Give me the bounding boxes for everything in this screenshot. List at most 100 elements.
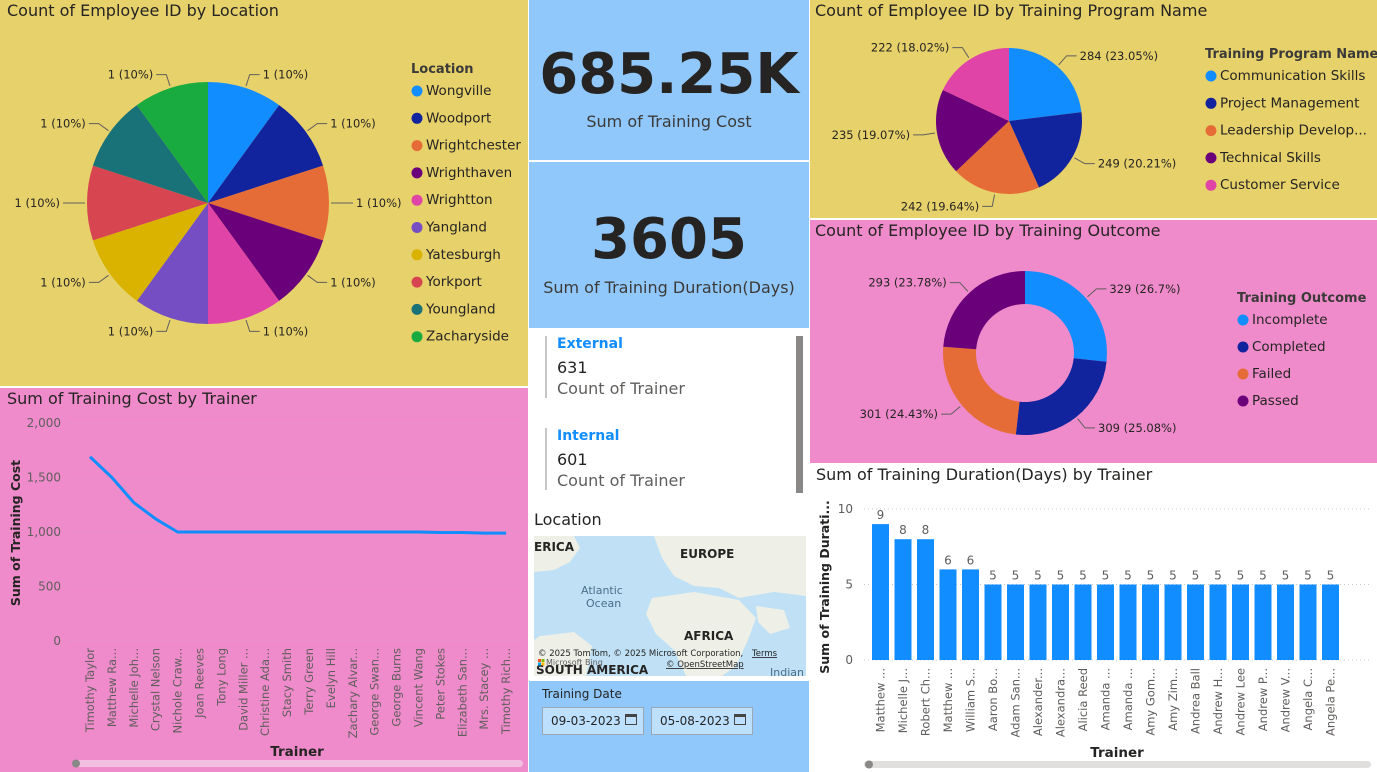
outcome-slice[interactable] [1025, 271, 1107, 362]
x-tick-label: Andrew Lee [1234, 668, 1248, 735]
x-tick-label: Christine Ada... [258, 648, 272, 736]
duration-bar[interactable] [1164, 584, 1182, 661]
duration-bar[interactable] [1142, 584, 1159, 661]
card-external[interactable]: External 631 Count of Trainer [545, 336, 685, 398]
cards-scrollbar[interactable] [796, 336, 803, 493]
program-legend-item[interactable]: Customer Service [1220, 177, 1340, 193]
duration-bar[interactable] [939, 569, 957, 660]
duration-bar[interactable] [917, 539, 934, 660]
x-tick-label: William S... [964, 668, 978, 732]
location-pie-panel[interactable]: Count of Employee ID by Location 1 (10%)… [0, 0, 528, 386]
duration-bar[interactable] [1322, 584, 1339, 661]
location-legend-marker [411, 249, 423, 261]
duration-bar[interactable] [1119, 584, 1137, 661]
bar-data-label: 5 [1079, 569, 1087, 583]
kpi-duration-value: 3605 [591, 207, 747, 272]
location-map-panel[interactable]: Location ERICA EUROPE Atlantic Ocean AFR… [529, 504, 809, 678]
duration-bar[interactable] [1187, 584, 1204, 661]
outcome-legend-item[interactable]: Completed [1252, 339, 1326, 355]
program-data-label: 235 (19.07%) [832, 128, 910, 142]
location-legend-item[interactable]: Yorkport [425, 274, 482, 290]
card-internal[interactable]: Internal 601 Count of Trainer [545, 428, 685, 490]
outcome-legend-item[interactable]: Failed [1252, 366, 1291, 382]
program-legend-item[interactable]: Leadership Develop... [1220, 123, 1367, 139]
calendar-icon[interactable] [625, 714, 637, 725]
calendar-icon[interactable] [734, 714, 746, 725]
outcome-slice[interactable] [943, 346, 1020, 435]
trainer-type-cards[interactable]: External 631 Count of Trainer Internal 6… [529, 330, 809, 502]
duration-bar[interactable] [1029, 584, 1047, 661]
end-date-input[interactable]: 05-08-2023 [651, 707, 753, 735]
duration-bar[interactable] [872, 524, 889, 660]
start-date-input[interactable]: 09-03-2023 [542, 707, 644, 735]
x-axis-label: Trainer [1090, 745, 1144, 761]
outcome-donut-chart[interactable]: 329 (26.7%) 309 (25.08%) 301 (24.43%) 293 (… [810, 220, 1377, 463]
end-date-value: 05-08-2023 [660, 714, 730, 728]
world-map[interactable]: ERICA EUROPE Atlantic Ocean AFRICA SOUTH… [534, 536, 806, 676]
duration-bar[interactable] [1074, 584, 1092, 661]
duration-bar[interactable] [1209, 584, 1227, 661]
cost-line-scrollbar[interactable] [72, 760, 523, 767]
cost-line-panel[interactable]: Sum of Training Cost by Trainer 0 500 1,00… [0, 388, 528, 772]
location-legend-item[interactable]: Wrightton [426, 192, 493, 208]
duration-bar[interactable] [962, 569, 979, 660]
bar-data-label: 5 [1237, 569, 1245, 583]
duration-bar-scrollbar[interactable] [864, 761, 1371, 768]
program-legend-item[interactable]: Project Management [1220, 95, 1359, 111]
program-legend-item[interactable]: Communication Skills [1220, 68, 1365, 84]
scroll-handle[interactable] [865, 760, 873, 769]
duration-bar[interactable] [1299, 584, 1317, 661]
x-tick-label: George Swan... [368, 648, 382, 736]
duration-bar[interactable] [1277, 584, 1294, 661]
program-leader-line [1058, 55, 1077, 66]
kpi-cost-value: 685.25K [539, 42, 799, 107]
duration-bar[interactable] [1097, 584, 1114, 661]
location-legend-item[interactable]: Zacharyside [426, 329, 509, 345]
program-legend-item[interactable]: Technical Skills [1219, 150, 1321, 166]
duration-bar[interactable] [1232, 584, 1249, 661]
cost-line-chart[interactable]: 0 500 1,000 1,500 2,000 Timothy Taylor Matthew… [0, 388, 528, 772]
outcome-donut-panel[interactable]: Count of Employee ID by Training Outcome… [810, 220, 1377, 463]
x-tick-label: Timothy Taylor [83, 648, 97, 734]
x-tick-label: Terry Green [302, 648, 316, 716]
kpi-cost-card[interactable]: 685.25K Sum of Training Cost [529, 0, 809, 160]
program-pie-panel[interactable]: Count of Employee ID by Training Program… [810, 0, 1377, 218]
duration-bar[interactable] [1007, 584, 1024, 661]
duration-bar-chart[interactable]: 0510 98 86 65 5 5 5 5 5 5 5 5 5 5 5 5 5 5 5Matthew ... Mich… [810, 463, 1377, 772]
bar-data-label: 5 [1304, 569, 1312, 583]
map-label-africa: AFRICA [684, 629, 734, 643]
x-tick-label: Tony Long [214, 648, 228, 707]
duration-bar[interactable] [1254, 584, 1272, 661]
x-tick-label: Alicia Reed [1076, 668, 1090, 731]
cost-line-series[interactable] [88, 455, 507, 535]
location-legend-item[interactable]: Wrightchester [426, 138, 521, 154]
location-pie-chart[interactable]: 1 (10%) 1 (10%) 1 (10%) 1 (10%) 1 (10%) 1 (10… [0, 0, 528, 386]
card-internal-label: Count of Trainer [557, 471, 685, 490]
x-tick-label: Amy Zim... [1166, 668, 1180, 731]
program-pie-chart[interactable]: 284 (23.05%) 249 (20.21%) 242 (19.64%) 235 … [810, 0, 1377, 218]
scroll-handle[interactable] [72, 759, 80, 768]
outcome-legend-item[interactable]: Passed [1252, 393, 1299, 409]
program-data-label: 242 (19.64%) [901, 199, 979, 213]
kpi-duration-card[interactable]: 3605 Sum of Training Duration(Days) [529, 162, 809, 328]
outcome-slice[interactable] [1015, 358, 1107, 435]
location-legend-item[interactable]: Wongville [426, 83, 492, 99]
location-legend-item[interactable]: Youngland [425, 301, 496, 317]
duration-bar-panel[interactable]: Sum of Training Duration(Days) by Traine… [810, 463, 1377, 772]
program-slice[interactable] [1009, 48, 1082, 121]
outcome-legend-item[interactable]: Incomplete [1252, 312, 1328, 328]
y-tick-label: 2,000 [27, 416, 61, 430]
map-label-europe: EUROPE [680, 547, 734, 561]
location-legend-item[interactable]: Woodport [426, 110, 491, 126]
bar-data-label: 5 [1034, 569, 1042, 583]
outcome-legend-marker [1237, 368, 1249, 380]
location-legend-item[interactable]: Wrighthaven [426, 165, 512, 181]
location-legend-item[interactable]: Yatesburgh [425, 247, 501, 263]
location-legend-title: Location [411, 62, 474, 77]
outcome-data-label: 301 (24.43%) [860, 407, 938, 421]
duration-bar[interactable] [984, 584, 1002, 661]
date-slicer-panel[interactable]: Training Date 09-03-2023 05-08-2023 [529, 681, 809, 772]
duration-bar[interactable] [894, 539, 912, 660]
location-legend-item[interactable]: Yangland [425, 220, 487, 236]
duration-bar[interactable] [1052, 584, 1069, 661]
